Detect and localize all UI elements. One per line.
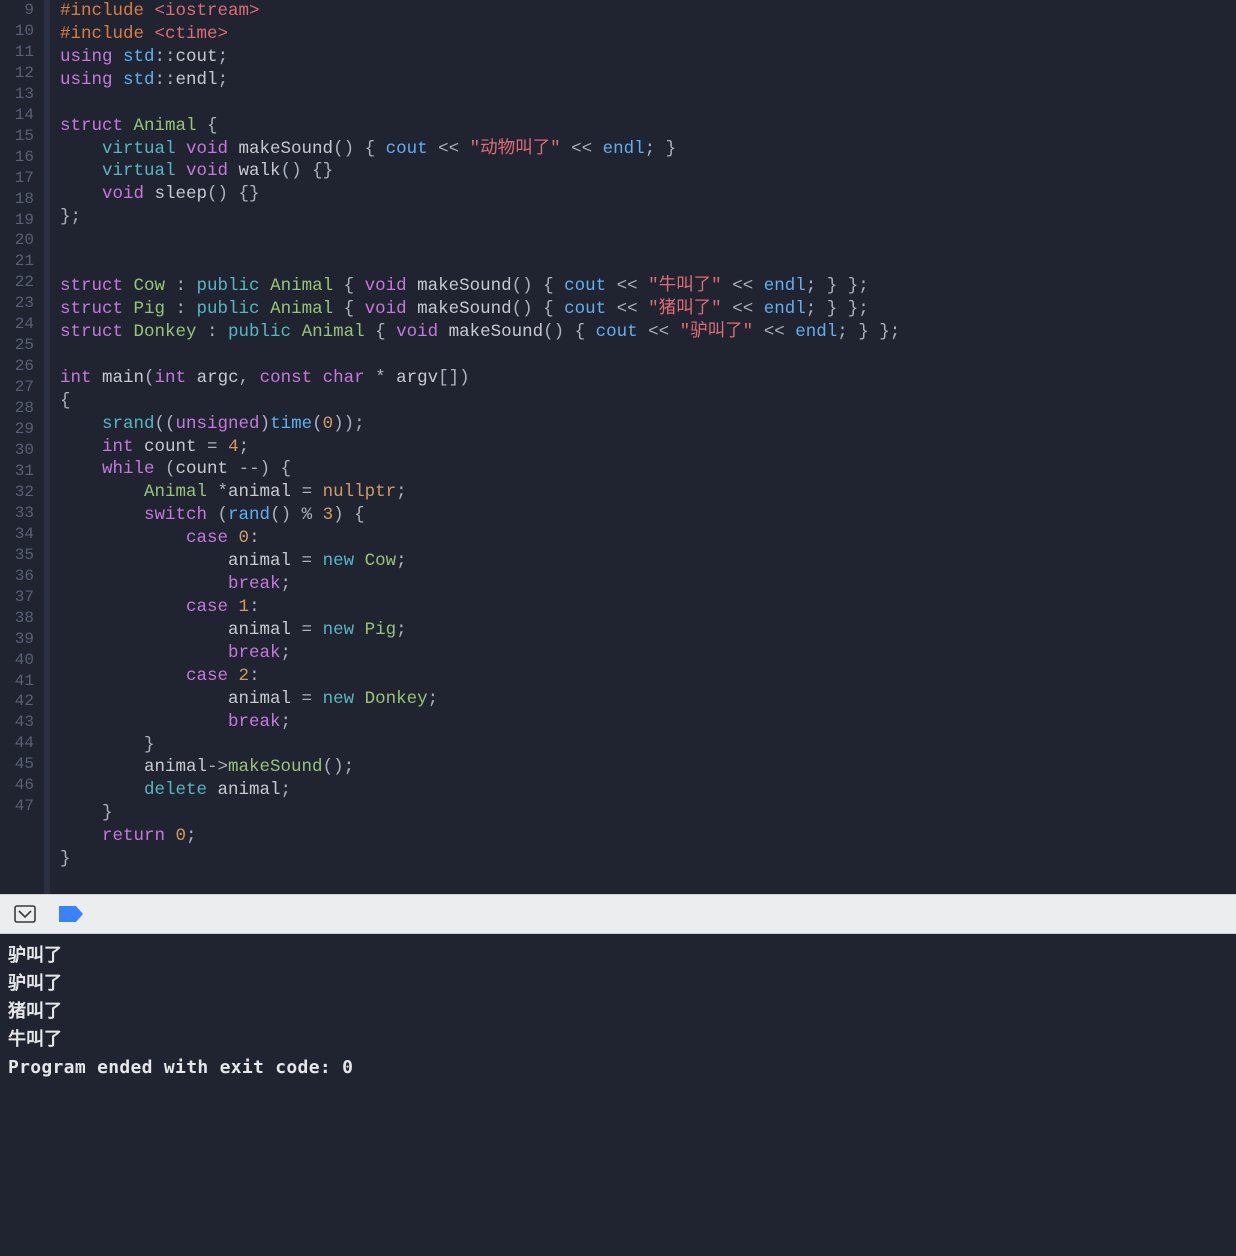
code-line[interactable]: return 0; [60,825,1236,848]
code-line[interactable]: animal->makeSound(); [60,756,1236,779]
code-line[interactable]: } [60,734,1236,757]
code-line[interactable] [60,92,1236,115]
line-number: 44 [0,733,36,754]
code-line[interactable]: void sleep() {} [60,183,1236,206]
code-editor[interactable]: 9101112131415161718192021222324252627282… [0,0,1236,894]
line-number: 40 [0,650,36,671]
console-output[interactable]: 驴叫了驴叫了猪叫了牛叫了 Program ended with exit cod… [0,934,1236,1097]
line-number: 20 [0,230,36,251]
console-status: Program ended with exit code: 0 [8,1054,1228,1082]
line-number: 27 [0,377,36,398]
code-line[interactable]: switch (rand() % 3) { [60,504,1236,527]
code-line[interactable] [60,871,1236,894]
code-line[interactable] [60,252,1236,275]
line-number: 45 [0,754,36,775]
line-number: 15 [0,126,36,147]
line-number: 33 [0,503,36,524]
line-number: 25 [0,335,36,356]
code-line[interactable]: } [60,848,1236,871]
code-line[interactable]: srand((unsigned)time(0)); [60,413,1236,436]
code-line[interactable] [60,229,1236,252]
code-line[interactable] [60,344,1236,367]
line-number: 22 [0,272,36,293]
line-number: 35 [0,545,36,566]
line-number: 39 [0,629,36,650]
console-lines: 驴叫了驴叫了猪叫了牛叫了 [8,942,1228,1054]
code-line[interactable]: virtual void makeSound() { cout << "动物叫了… [60,138,1236,161]
line-number: 41 [0,671,36,692]
code-line[interactable]: Animal *animal = nullptr; [60,481,1236,504]
line-number: 13 [0,84,36,105]
code-line[interactable]: delete animal; [60,779,1236,802]
code-line[interactable]: int main(int argc, const char * argv[]) [60,367,1236,390]
line-number: 30 [0,440,36,461]
line-number: 47 [0,796,36,817]
code-line[interactable]: animal = new Pig; [60,619,1236,642]
line-number: 31 [0,461,36,482]
line-number-gutter: 9101112131415161718192021222324252627282… [0,0,44,894]
code-line[interactable]: case 2: [60,665,1236,688]
code-line[interactable]: virtual void walk() {} [60,160,1236,183]
line-number: 21 [0,251,36,272]
line-number: 43 [0,712,36,733]
code-line[interactable]: break; [60,642,1236,665]
line-number: 34 [0,524,36,545]
code-line[interactable]: break; [60,573,1236,596]
line-number: 42 [0,691,36,712]
line-number: 46 [0,775,36,796]
line-number: 11 [0,42,36,63]
code-line[interactable]: struct Animal { [60,115,1236,138]
console-line: 驴叫了 [8,942,1228,970]
code-line[interactable]: struct Pig : public Animal { void makeSo… [60,298,1236,321]
code-line[interactable]: break; [60,711,1236,734]
code-line[interactable]: struct Cow : public Animal { void makeSo… [60,275,1236,298]
code-line[interactable]: #include <ctime> [60,23,1236,46]
line-number: 36 [0,566,36,587]
line-number: 19 [0,210,36,231]
code-line[interactable]: while (count --) { [60,458,1236,481]
code-line[interactable]: case 1: [60,596,1236,619]
line-number: 26 [0,356,36,377]
code-line[interactable]: case 0: [60,527,1236,550]
filter-dropdown-icon[interactable] [12,903,38,925]
line-number: 38 [0,608,36,629]
code-line[interactable]: animal = new Donkey; [60,688,1236,711]
console-line: 猪叫了 [8,998,1228,1026]
console-line: 牛叫了 [8,1026,1228,1054]
run-tag-icon[interactable] [58,903,84,925]
line-number: 29 [0,419,36,440]
line-number: 16 [0,147,36,168]
line-number: 9 [0,0,36,21]
code-line[interactable]: using std::cout; [60,46,1236,69]
line-number: 12 [0,63,36,84]
code-area[interactable]: #include <iostream>#include <ctime>using… [50,0,1236,894]
code-line[interactable]: }; [60,206,1236,229]
code-line[interactable]: using std::endl; [60,69,1236,92]
line-number: 23 [0,293,36,314]
console-line: 驴叫了 [8,970,1228,998]
line-number: 32 [0,482,36,503]
line-number: 18 [0,189,36,210]
code-line[interactable]: } [60,802,1236,825]
line-number: 28 [0,398,36,419]
debug-toolbar [0,894,1236,934]
line-number: 17 [0,168,36,189]
line-number: 24 [0,314,36,335]
code-line[interactable]: #include <iostream> [60,0,1236,23]
code-line[interactable]: struct Donkey : public Animal { void mak… [60,321,1236,344]
line-number: 14 [0,105,36,126]
code-line[interactable]: { [60,390,1236,413]
line-number: 10 [0,21,36,42]
code-line[interactable]: animal = new Cow; [60,550,1236,573]
line-number: 37 [0,587,36,608]
code-line[interactable]: int count = 4; [60,436,1236,459]
